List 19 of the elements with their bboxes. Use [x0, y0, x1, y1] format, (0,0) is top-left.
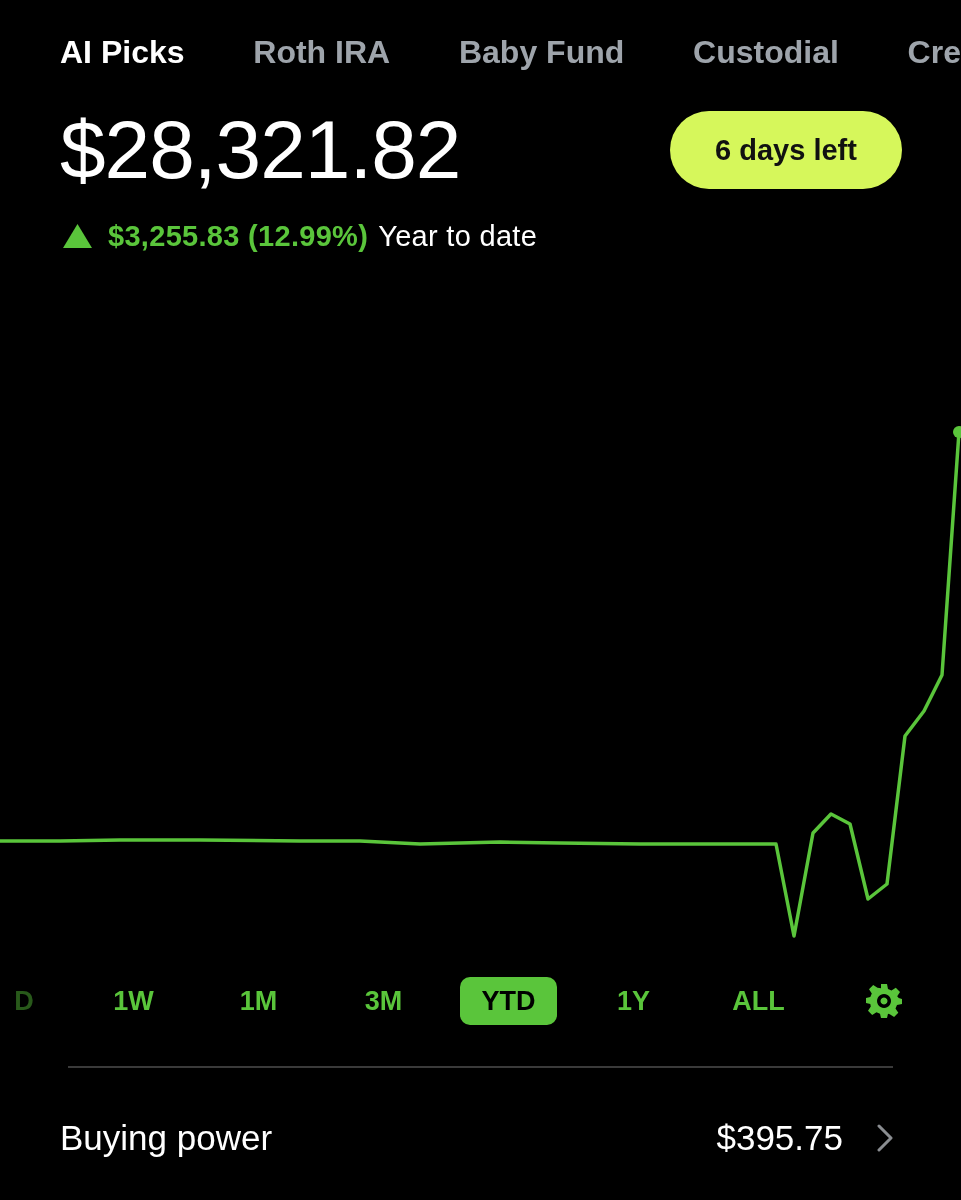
- account-tab[interactable]: Roth IRA: [253, 32, 391, 72]
- account-tab[interactable]: Custodial: [693, 32, 839, 72]
- settings-icon[interactable]: [865, 983, 902, 1019]
- change-amount: $3,255.83 (12.99%): [108, 219, 369, 253]
- time-range-tab[interactable]: YTD: [460, 977, 557, 1025]
- account-tab[interactable]: Cre: [907, 32, 961, 72]
- time-range-tab[interactable]: 1W: [111, 977, 156, 1025]
- chevron-right-icon[interactable]: [877, 1124, 893, 1152]
- time-range-tab[interactable]: 1Y: [611, 977, 656, 1025]
- time-range-tab[interactable]: 1M: [236, 977, 281, 1025]
- account-tab[interactable]: Baby Fund: [458, 32, 625, 72]
- change-period: Year to date: [378, 219, 538, 253]
- time-range-tab[interactable]: ALL: [732, 977, 785, 1025]
- account-tab[interactable]: AI Picks: [60, 32, 185, 72]
- time-range-tab[interactable]: 3M: [361, 977, 406, 1025]
- buying-power-value: $395.75: [716, 1118, 843, 1158]
- buying-power-label: Buying power: [60, 1118, 274, 1158]
- balance-value: $28,321.82: [60, 109, 461, 191]
- days-left-button[interactable]: 6 days left: [670, 111, 902, 189]
